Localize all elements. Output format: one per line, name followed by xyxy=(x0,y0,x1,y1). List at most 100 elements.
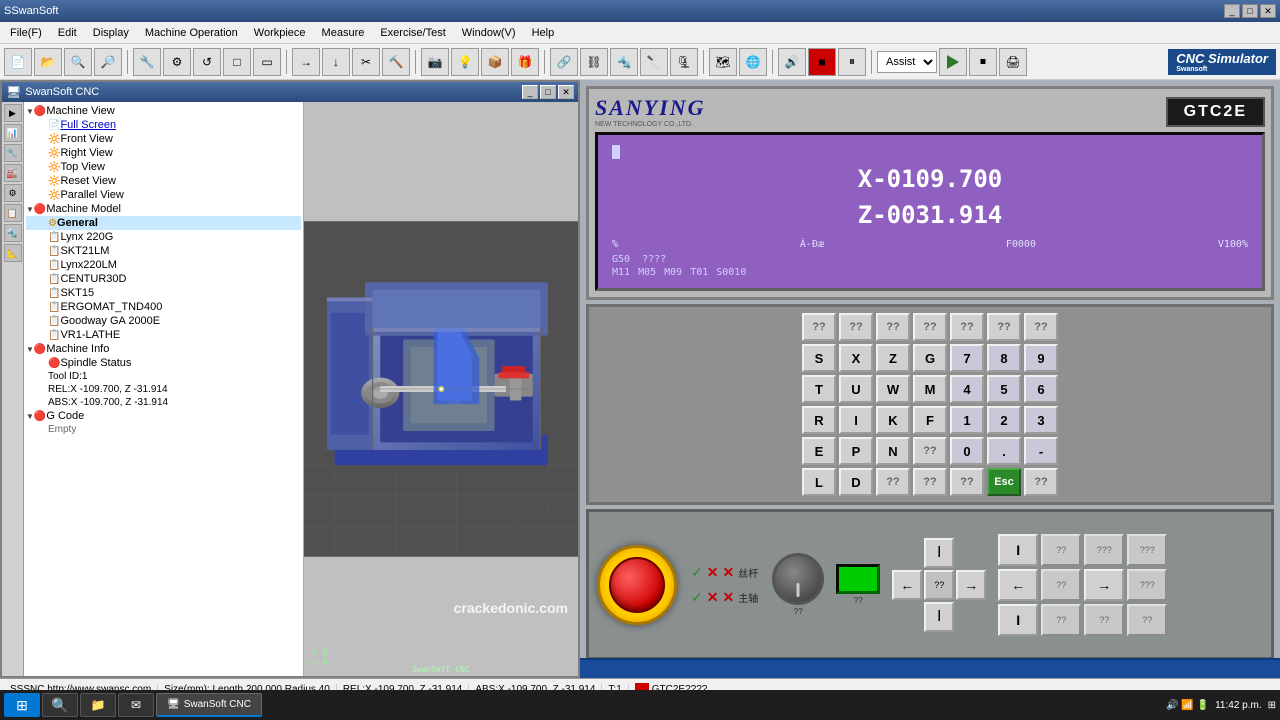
tree-full-screen[interactable]: 📄 Full Screen xyxy=(26,118,301,132)
key-qq-r6a[interactable]: ?? xyxy=(876,468,910,496)
toolbar-new[interactable]: 📄 xyxy=(4,48,32,76)
tree-gcode[interactable]: ▼ 🔴 G Code xyxy=(26,409,301,423)
toolbar-chain2[interactable]: ⛓ xyxy=(580,48,608,76)
toolbar-view[interactable]: □ xyxy=(223,48,251,76)
cnc-minimize-btn[interactable]: _ xyxy=(522,85,538,99)
func-btn-6[interactable]: ?? xyxy=(1041,604,1081,636)
jog-down[interactable]: I xyxy=(924,602,954,632)
taskbar-search[interactable]: 🔍 xyxy=(42,693,78,717)
taskbar-file-explorer[interactable]: 📁 xyxy=(80,693,116,717)
toolbar-3d[interactable]: 🗺 xyxy=(709,48,737,76)
key-3[interactable]: 3 xyxy=(1024,406,1058,434)
green-indicator[interactable] xyxy=(836,564,880,594)
key-qq-4[interactable]: ?? xyxy=(913,313,947,341)
func-btn-5[interactable]: ??? xyxy=(1127,569,1167,601)
menu-display[interactable]: Display xyxy=(85,25,137,41)
toolbar-wrench[interactable]: 🔧 xyxy=(133,48,161,76)
toolbar-settings[interactable]: ⚙ xyxy=(163,48,191,76)
toolbar-refresh[interactable]: ↺ xyxy=(193,48,221,76)
menu-help[interactable]: Help xyxy=(524,25,563,41)
toolbar-cube2[interactable]: 🎁 xyxy=(511,48,539,76)
sidebar-icon-4[interactable]: 🏭 xyxy=(4,164,22,182)
tree-lynx220g[interactable]: 📋 Lynx 220G xyxy=(26,230,301,244)
tree-general[interactable]: ⚙ General xyxy=(26,216,301,230)
key-Esc[interactable]: Esc xyxy=(987,468,1021,496)
rotary-knob[interactable] xyxy=(772,553,824,605)
func-btn-2[interactable]: ?? xyxy=(1041,534,1081,566)
menu-file[interactable]: File(F) xyxy=(2,25,50,41)
key-qq-r5[interactable]: ?? xyxy=(913,437,947,465)
key-8[interactable]: 8 xyxy=(987,344,1021,372)
tree-top-view[interactable]: 🔆 Top View xyxy=(26,160,301,174)
key-dot[interactable]: . xyxy=(987,437,1021,465)
toolbar-stop[interactable]: ■ xyxy=(808,48,836,76)
key-M[interactable]: M xyxy=(913,375,947,403)
key-W[interactable]: W xyxy=(876,375,910,403)
taskbar-mail[interactable]: ✉ xyxy=(118,693,154,717)
sidebar-icon-7[interactable]: 🔩 xyxy=(4,224,22,242)
toolbar-tool5[interactable]: 🔩 xyxy=(610,48,638,76)
toolbar-tool7[interactable]: 🗜 xyxy=(670,48,698,76)
sidebar-icon-1[interactable]: ▶ xyxy=(4,104,22,122)
key-qq-r6d[interactable]: ?? xyxy=(1024,468,1058,496)
menu-exercise[interactable]: Exercise/Test xyxy=(372,25,453,41)
toolbar-pause[interactable]: ⏸ xyxy=(838,48,866,76)
key-E[interactable]: E xyxy=(802,437,836,465)
tree-ergomat[interactable]: 📋 ERGOMAT_TND400 xyxy=(26,300,301,314)
tree-goodway[interactable]: 📋 Goodway GA 2000E xyxy=(26,314,301,328)
key-F[interactable]: F xyxy=(913,406,947,434)
menu-measure[interactable]: Measure xyxy=(314,25,373,41)
sidebar-icon-5[interactable]: ⚙ xyxy=(4,184,22,202)
key-Z[interactable]: Z xyxy=(876,344,910,372)
toolbar-speaker[interactable]: 🔊 xyxy=(778,48,806,76)
cnc-close-btn[interactable]: ✕ xyxy=(558,85,574,99)
menu-workpiece[interactable]: Workpiece xyxy=(246,25,314,41)
toolbar-search[interactable]: 🔎 xyxy=(94,48,122,76)
tree-front-view[interactable]: 🔆 Front View xyxy=(26,132,301,146)
key-P[interactable]: P xyxy=(839,437,873,465)
key-qq-3[interactable]: ?? xyxy=(876,313,910,341)
toolbar-chain[interactable]: 🔗 xyxy=(550,48,578,76)
menu-edit[interactable]: Edit xyxy=(50,25,85,41)
tree-vr1lathe[interactable]: 📋 VR1-LATHE xyxy=(26,328,301,342)
toolbar-open[interactable]: 📂 xyxy=(34,48,62,76)
key-qq-r6b[interactable]: ?? xyxy=(913,468,947,496)
toolbar-stop2[interactable]: ⏹ xyxy=(969,48,997,76)
func-btn-8[interactable]: ?? xyxy=(1127,604,1167,636)
sidebar-icon-3[interactable]: 🔧 xyxy=(4,144,22,162)
key-qq-2[interactable]: ?? xyxy=(839,313,873,341)
cnc-maximize-btn[interactable]: □ xyxy=(540,85,556,99)
toolbar-3d2[interactable]: 🌐 xyxy=(739,48,767,76)
emergency-stop-button[interactable] xyxy=(609,557,665,613)
key-S[interactable]: S xyxy=(802,344,836,372)
key-X[interactable]: X xyxy=(839,344,873,372)
key-T[interactable]: T xyxy=(802,375,836,403)
key-qq-7[interactable]: ?? xyxy=(1024,313,1058,341)
func-btn-left[interactable]: ← xyxy=(998,569,1038,601)
tree-lynx220lm[interactable]: 📋 Lynx220LM xyxy=(26,258,301,272)
func-btn-down1[interactable]: I xyxy=(998,604,1038,636)
key-qq-6[interactable]: ?? xyxy=(987,313,1021,341)
toolbar-view2[interactable]: ▭ xyxy=(253,48,281,76)
maximize-button[interactable]: □ xyxy=(1242,4,1258,18)
key-U[interactable]: U xyxy=(839,375,873,403)
key-qq-1[interactable]: ?? xyxy=(802,313,836,341)
jog-up[interactable]: I xyxy=(924,538,954,568)
minimize-button[interactable]: _ xyxy=(1224,4,1240,18)
tree-spindle[interactable]: 🔴 Spindle Status xyxy=(26,356,301,370)
toolbar-tool8[interactable]: 🖨 xyxy=(999,48,1027,76)
tree-parallel-view[interactable]: 🔆 Parallel View xyxy=(26,188,301,202)
func-btn-4[interactable]: ??? xyxy=(1127,534,1167,566)
assist-dropdown[interactable]: Assist xyxy=(877,51,937,73)
menu-machine-operation[interactable]: Machine Operation xyxy=(137,25,246,41)
play-button[interactable] xyxy=(939,48,967,76)
tree-machine-view[interactable]: ▼ 🔴 Machine View xyxy=(26,104,301,118)
key-7[interactable]: 7 xyxy=(950,344,984,372)
key-minus[interactable]: - xyxy=(1024,437,1058,465)
menu-window[interactable]: Window(V) xyxy=(454,25,524,41)
key-G[interactable]: G xyxy=(913,344,947,372)
toolbar-zoom[interactable]: 🔍 xyxy=(64,48,92,76)
toolbar-tool3[interactable]: ✂ xyxy=(352,48,380,76)
tree-machine-model[interactable]: ▼ 🔴 Machine Model xyxy=(26,202,301,216)
key-1[interactable]: 1 xyxy=(950,406,984,434)
